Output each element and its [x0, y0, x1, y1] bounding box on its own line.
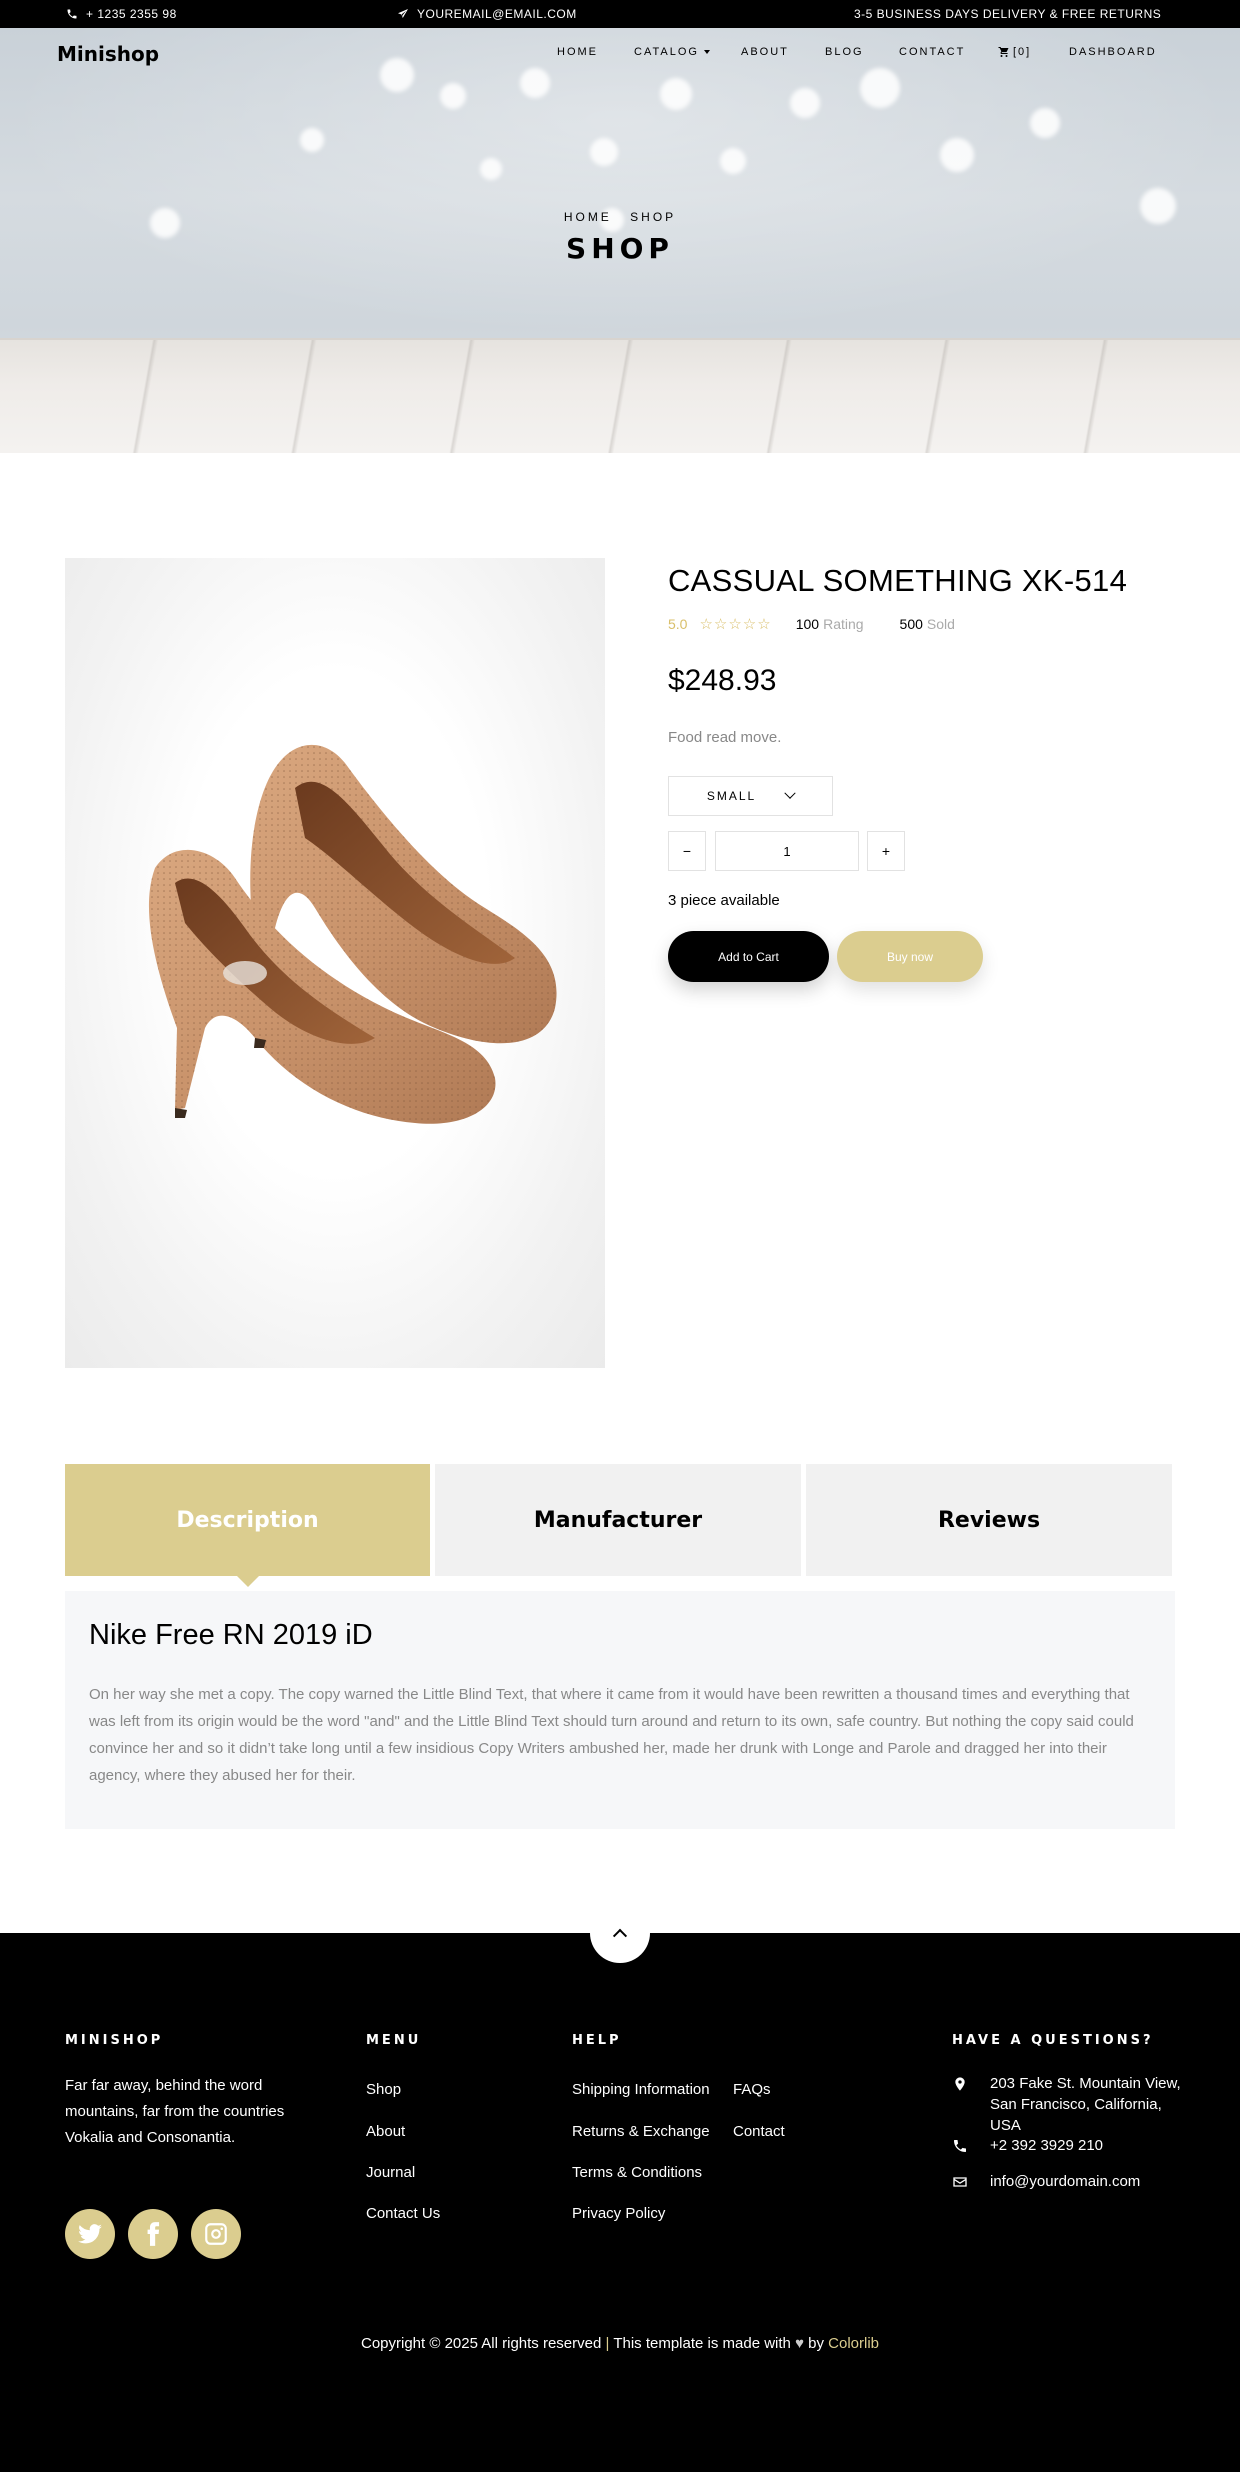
- nav-catalog[interactable]: CATALOG: [634, 46, 710, 58]
- facebook-button[interactable]: [128, 2209, 178, 2259]
- quantity-decrement-button[interactable]: −: [668, 831, 706, 871]
- chevron-up-icon: [612, 1928, 628, 1943]
- sold-label: Sold: [926, 616, 955, 632]
- main-nav: Minishop HOME CATALOG ABOUT BLOG CONTACT…: [0, 28, 1240, 78]
- product-image[interactable]: [65, 558, 605, 1368]
- quantity-increment-button[interactable]: +: [867, 831, 905, 871]
- footer-link-faqs[interactable]: FAQs: [733, 2081, 771, 2098]
- size-select[interactable]: SMALL: [668, 776, 833, 816]
- heart-icon: ♥: [795, 2335, 804, 2352]
- add-to-cart-button[interactable]: Add to Cart: [668, 931, 829, 982]
- breadcrumb-home[interactable]: HOME: [564, 210, 612, 224]
- footer-link-privacy[interactable]: Privacy Policy: [572, 2205, 665, 2222]
- topbar-promo: 3-5 BUSINESS DAYS DELIVERY & FREE RETURN…: [854, 0, 1161, 28]
- footer-phone-text: +2 392 3929 210: [990, 2137, 1104, 2154]
- footer-address-text: 203 Fake St. Mountain View, San Francisc…: [990, 2075, 1181, 2134]
- footer-about-text: Far far away, behind the word mountains,…: [65, 2077, 285, 2146]
- chevron-down-icon: [784, 787, 796, 799]
- footer-link-returns[interactable]: Returns & Exchange: [572, 2123, 710, 2140]
- size-selected-value: SMALL: [706, 789, 757, 803]
- site-footer: MINISHOP Far far away, behind the word m…: [0, 1933, 1240, 2472]
- rating-score: 5.0: [668, 616, 688, 632]
- envelope-icon: [953, 2177, 967, 2187]
- copyright-mid: This template is made with: [613, 2335, 791, 2352]
- active-tab-indicator: [236, 1575, 260, 1587]
- instagram-button[interactable]: [191, 2209, 241, 2259]
- cart-icon: [998, 47, 1009, 57]
- availability-text: 3 piece available: [668, 892, 780, 909]
- footer-link-contact[interactable]: Contact: [733, 2123, 785, 2140]
- star-rating-icons: ☆☆☆☆☆: [699, 616, 772, 633]
- back-to-top-button[interactable]: [590, 1903, 650, 1963]
- breadcrumb: HOME SHOP: [0, 210, 1240, 224]
- footer-link-journal[interactable]: Journal: [366, 2164, 415, 2181]
- brand-logo[interactable]: Minishop: [57, 42, 159, 66]
- tab-panel-title: Nike Free RN 2019 iD: [89, 1619, 373, 1651]
- footer-brand-heading: MINISHOP: [65, 2033, 164, 2048]
- tab-description[interactable]: Description: [65, 1464, 430, 1576]
- breadcrumb-shop: SHOP: [630, 210, 677, 224]
- top-bar: + 1235 2355 98 YOUREMAIL@EMAIL.COM 3-5 B…: [0, 0, 1240, 28]
- quantity-input[interactable]: [715, 831, 859, 871]
- footer-phone[interactable]: +2 392 3929 210: [952, 2135, 1103, 2156]
- caret-down-icon: [703, 50, 710, 54]
- footer-menu-heading: MENU: [366, 2033, 422, 2048]
- footer-link-about[interactable]: About: [366, 2123, 405, 2140]
- footer-address: 203 Fake St. Mountain View, San Francisc…: [952, 2073, 1182, 2136]
- twitter-button[interactable]: [65, 2209, 115, 2259]
- tab-reviews[interactable]: Reviews: [806, 1464, 1172, 1576]
- tab-manufacturer[interactable]: Manufacturer: [435, 1464, 801, 1576]
- product-price: $248.93: [668, 664, 777, 697]
- copyright: Copyright © 2025 All rights reserved | T…: [0, 2335, 1240, 2352]
- nav-catalog-label: CATALOG: [634, 46, 699, 58]
- footer-link-shop[interactable]: Shop: [366, 2081, 401, 2098]
- footer-email[interactable]: info@yourdomain.com: [952, 2171, 1140, 2192]
- footer-help-heading: HELP: [572, 2033, 622, 2048]
- copyright-by: by: [808, 2335, 824, 2352]
- hero-floor: [0, 338, 1240, 453]
- rating-count: 100: [795, 616, 820, 632]
- rating-label: Rating: [823, 616, 864, 632]
- buy-now-button[interactable]: Buy now: [837, 931, 983, 982]
- nav-dashboard[interactable]: DASHBOARD: [1069, 46, 1157, 58]
- footer-email-text: info@yourdomain.com: [990, 2173, 1141, 2190]
- nav-home[interactable]: HOME: [557, 46, 598, 58]
- copyright-separator: |: [605, 2335, 610, 2352]
- sold-count: 500: [899, 616, 923, 632]
- twitter-icon: [78, 2224, 102, 2244]
- footer-link-contact-us[interactable]: Contact Us: [366, 2205, 440, 2222]
- copyright-prefix: Copyright © 2025 All rights reserved: [360, 2335, 602, 2352]
- footer-link-shipping[interactable]: Shipping Information: [572, 2081, 710, 2098]
- instagram-icon: [205, 2223, 227, 2245]
- nav-blog[interactable]: BLOG: [825, 46, 864, 58]
- phone-icon: [954, 2140, 966, 2152]
- product-title: CASSUAL SOMETHING XK-514: [668, 563, 1128, 598]
- nav-about[interactable]: ABOUT: [741, 46, 789, 58]
- topbar-phone-text: + 1235 2355 98: [86, 7, 177, 21]
- topbar-email-text: YOUREMAIL@EMAIL.COM: [417, 7, 577, 21]
- nav-cart[interactable]: [0]: [998, 46, 1031, 58]
- topbar-promo-text: 3-5 BUSINESS DAYS DELIVERY & FREE RETURN…: [854, 7, 1162, 21]
- footer-link-terms[interactable]: Terms & Conditions: [572, 2164, 702, 2181]
- facebook-icon: [147, 2222, 160, 2246]
- topbar-email[interactable]: YOUREMAIL@EMAIL.COM: [397, 0, 577, 28]
- cart-count: [0]: [1013, 46, 1032, 58]
- rating-row: 5.0 ☆☆☆☆☆ 100 Rating 500 Sold: [668, 615, 991, 633]
- footer-questions-heading: HAVE A QUESTIONS?: [952, 2033, 1154, 2048]
- tab-panel-text: On her way she met a copy. The copy warn…: [89, 1686, 1134, 1784]
- page-title: SHOP: [566, 232, 674, 265]
- map-marker-icon: [955, 2077, 965, 2091]
- nav-contact[interactable]: CONTACT: [899, 46, 965, 58]
- colorlib-link[interactable]: Colorlib: [828, 2335, 879, 2352]
- phone-icon: [67, 9, 77, 19]
- high-heel-shoes-illustration: [148, 744, 557, 1124]
- topbar-phone[interactable]: + 1235 2355 98: [66, 0, 177, 28]
- paper-plane-icon: [398, 9, 408, 18]
- product-short-description: Food read move.: [668, 729, 782, 746]
- tab-panel-description: Nike Free RN 2019 iD On her way she met …: [65, 1591, 1175, 1829]
